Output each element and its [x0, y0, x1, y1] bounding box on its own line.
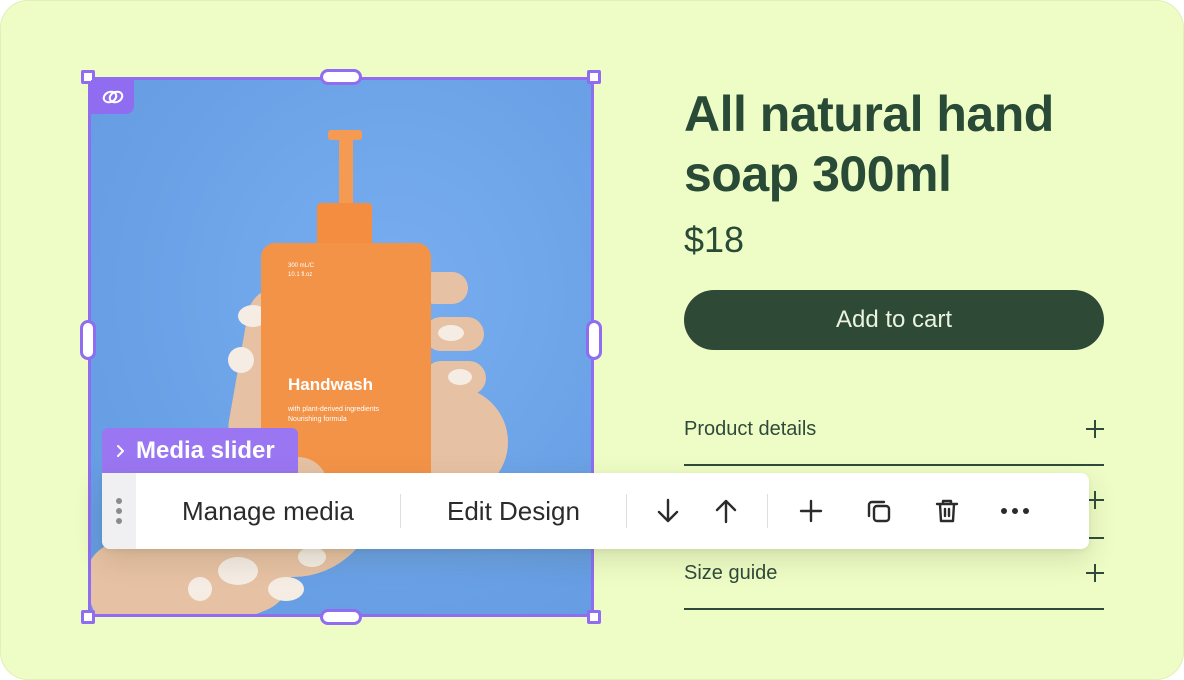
- product-title: All natural hand soap 300ml: [684, 86, 1054, 202]
- drag-handle-icon[interactable]: [102, 473, 136, 549]
- resize-handle-bottom-left[interactable]: [81, 610, 95, 624]
- bottle-name-text: Handwash: [288, 375, 374, 394]
- plus-icon: [1086, 420, 1104, 438]
- product-card: 300 mL/C 10.1 fl.oz Handwash with plant-…: [0, 0, 1184, 680]
- arrow-up-icon[interactable]: [701, 486, 751, 536]
- plus-icon: [1086, 564, 1104, 582]
- toolbar-divider: [625, 494, 627, 528]
- accordion-size-guide[interactable]: Size guide: [684, 553, 1104, 593]
- accordion-label: Product details: [684, 417, 817, 440]
- resize-handle-bottom-right[interactable]: [587, 610, 601, 624]
- add-icon[interactable]: [786, 486, 836, 536]
- trash-icon[interactable]: [922, 486, 972, 536]
- bottle-volume-text: 300 mL/C 10.1 fl.oz: [288, 263, 315, 278]
- bottle-tagline-text: with plant-derived ingredients Nourishin…: [288, 406, 380, 423]
- resize-handle-left[interactable]: [80, 320, 96, 360]
- resize-handle-top-right[interactable]: [587, 70, 601, 84]
- divider: [684, 464, 1104, 466]
- element-toolbar: Manage media Edit Design: [102, 473, 1089, 549]
- link-icon[interactable]: [91, 80, 134, 114]
- product-price: $18: [684, 219, 745, 260]
- divider: [684, 608, 1104, 610]
- toolbar-divider: [766, 494, 768, 528]
- chevron-right-icon: [116, 437, 126, 465]
- resize-handle-right[interactable]: [586, 320, 602, 360]
- accordion-label: Size guide: [684, 561, 778, 584]
- manage-media-button[interactable]: Manage media: [136, 496, 400, 527]
- element-tag[interactable]: Media slider: [102, 428, 298, 473]
- add-to-cart-button[interactable]: Add to cart: [684, 290, 1104, 350]
- resize-handle-bottom[interactable]: [320, 609, 362, 625]
- accordion-product-details[interactable]: Product details: [684, 409, 1104, 449]
- arrow-down-icon[interactable]: [643, 486, 693, 536]
- resize-handle-top[interactable]: [320, 69, 362, 85]
- duplicate-icon[interactable]: [854, 486, 904, 536]
- element-tag-label: Media slider: [136, 436, 275, 464]
- more-icon[interactable]: [990, 486, 1040, 536]
- edit-design-button[interactable]: Edit Design: [401, 496, 626, 527]
